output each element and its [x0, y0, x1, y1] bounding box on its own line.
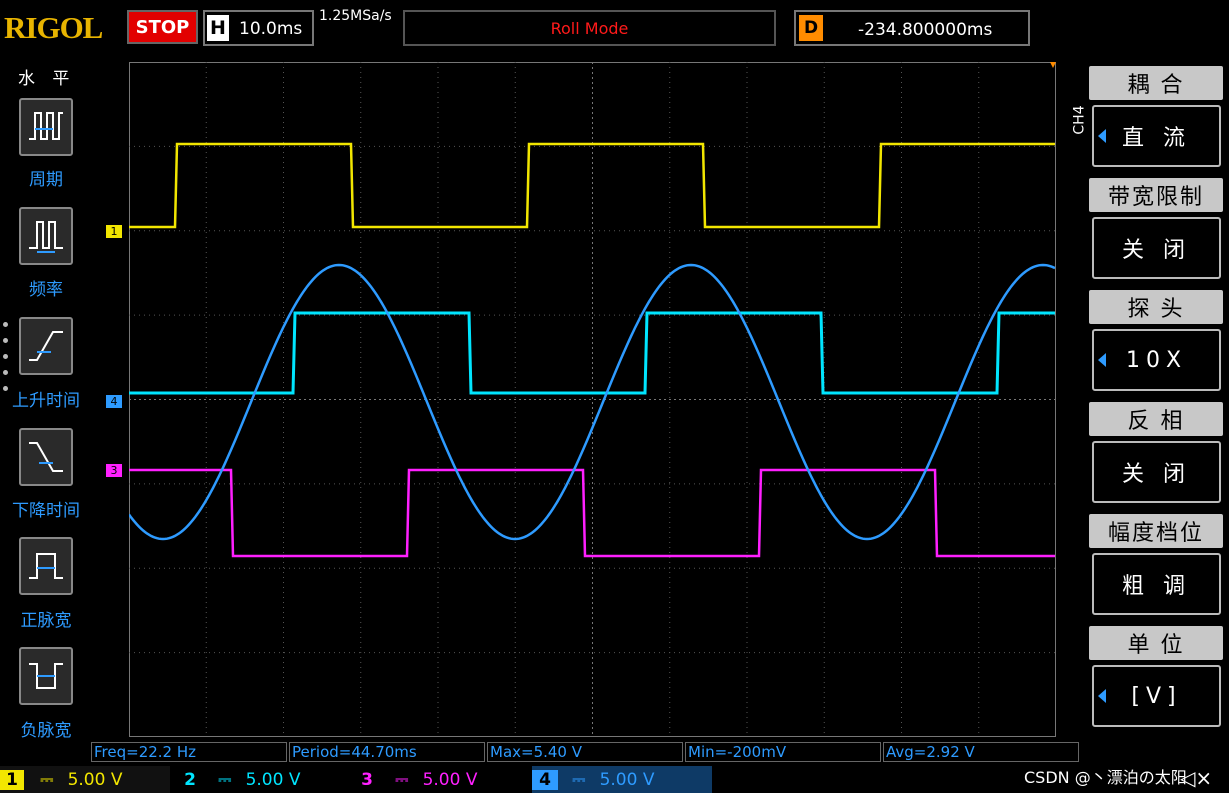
coupling-title: 耦 合 — [1089, 66, 1223, 100]
bandwidth-limit-title: 带宽限制 — [1089, 178, 1223, 212]
rise-time-icon — [29, 331, 63, 361]
unit-button[interactable]: [V] — [1092, 665, 1221, 727]
dc-coupling-icon: ⎓ — [218, 769, 232, 790]
bandwidth-limit-button[interactable]: 关 闭 — [1092, 217, 1221, 279]
volts-scale-title: 幅度档位 — [1089, 514, 1223, 548]
probe-button[interactable]: 10X — [1092, 329, 1221, 391]
period-label: 周期 — [29, 170, 63, 190]
page-dot — [3, 338, 8, 343]
positive-width-icon — [29, 553, 63, 579]
volts-scale-value: 粗 调 — [1122, 574, 1191, 599]
frequency-label: 频率 — [29, 280, 63, 300]
period-icon — [29, 112, 63, 140]
unit-value: [V] — [1131, 683, 1182, 709]
ch4-tab[interactable]: 4 ⎓ 5.00 V — [532, 766, 712, 793]
probe-title: 探 头 — [1089, 290, 1223, 324]
chevron-left-icon — [1098, 129, 1106, 143]
positive-width-label: 正脉宽 — [20, 611, 72, 631]
chevron-left-icon — [1098, 689, 1106, 703]
dc-coupling-icon: ⎓ — [572, 769, 586, 790]
measurement-avg[interactable]: Avg=2.92 V — [883, 742, 1079, 762]
negative-width-label: 负脉宽 — [20, 721, 72, 741]
ch4-scale: 5.00 V — [599, 769, 655, 790]
ch3-scale: 5.00 V — [422, 769, 478, 790]
left-menu-title: 水 平 — [18, 69, 76, 89]
page-dot — [3, 370, 8, 375]
page-dot — [3, 322, 8, 327]
ch1-scale: 5.00 V — [67, 769, 123, 790]
frequency-button[interactable] — [19, 207, 73, 265]
ch3-tab[interactable]: 3 ⎓ 5.00 V — [355, 766, 525, 793]
ch2-scale: 5.00 V — [245, 769, 301, 790]
positive-width-button[interactable] — [19, 537, 73, 595]
frequency-icon — [29, 221, 63, 253]
run-stop-status[interactable]: STOP — [127, 10, 198, 44]
negative-width-button[interactable] — [19, 647, 73, 705]
unit-title: 单 位 — [1089, 626, 1223, 660]
coupling-button[interactable]: 直 流 — [1092, 105, 1221, 167]
delay-readout[interactable]: D -234.800000ms — [794, 10, 1030, 46]
delay-label: D — [799, 15, 823, 41]
measurement-period[interactable]: Period=44.70ms — [289, 742, 485, 762]
ch4-marker[interactable]: 4 — [106, 395, 122, 408]
coupling-value: 直 流 — [1122, 126, 1191, 151]
invert-value: 关 闭 — [1122, 462, 1191, 487]
invert-title: 反 相 — [1089, 402, 1223, 436]
period-button[interactable] — [19, 98, 73, 156]
timebase-value: 10.0ms — [239, 19, 303, 39]
probe-value: 10X — [1125, 347, 1188, 373]
ch1-tab[interactable]: 1 ⎓ 5.00 V — [0, 766, 170, 793]
rigol-logo: RIGOL — [4, 10, 103, 45]
ch1-number: 1 — [0, 769, 24, 790]
volts-scale-button[interactable]: 粗 调 — [1092, 553, 1221, 615]
bandwidth-limit-value: 关 闭 — [1122, 238, 1191, 263]
watermark: CSDN @丶漂泊の太阳 — [1024, 768, 1187, 787]
invert-button[interactable]: 关 闭 — [1092, 441, 1221, 503]
horizontal-timebase[interactable]: H 10.0ms — [203, 10, 314, 46]
rise-time-button[interactable] — [19, 317, 73, 375]
mode-indicator: Roll Mode — [403, 10, 776, 46]
horizontal-label: H — [207, 15, 229, 41]
active-channel-label: CH4 — [1071, 105, 1088, 135]
ch1-marker[interactable]: 1 — [106, 225, 122, 238]
page-dot — [3, 354, 8, 359]
measurement-max[interactable]: Max=5.40 V — [487, 742, 683, 762]
ch3-number: 3 — [361, 769, 373, 790]
fall-time-icon — [29, 442, 63, 472]
dc-coupling-icon: ⎓ — [395, 769, 409, 790]
fall-time-label: 下降时间 — [12, 501, 80, 521]
chevron-left-icon — [1098, 353, 1106, 367]
ch3-marker[interactable]: 3 — [106, 464, 122, 477]
sample-rate: 1.25MSa/s — [319, 8, 392, 24]
dc-coupling-icon: ⎓ — [40, 769, 54, 790]
delay-value: -234.800000ms — [858, 20, 993, 40]
measurement-min[interactable]: Min=-200mV — [685, 742, 881, 762]
measurement-freq[interactable]: Freq=22.2 Hz — [91, 742, 287, 762]
fall-time-button[interactable] — [19, 428, 73, 486]
ch2-tab[interactable]: 2 ⎓ 5.00 V — [178, 766, 348, 793]
rise-time-label: 上升时间 — [12, 391, 80, 411]
ch2-number: 2 — [184, 769, 196, 790]
waveform-display[interactable] — [129, 62, 1057, 738]
ch4-number: 4 — [532, 769, 558, 790]
negative-width-icon — [29, 663, 63, 689]
speaker-icon[interactable]: ◁× — [1180, 766, 1212, 790]
